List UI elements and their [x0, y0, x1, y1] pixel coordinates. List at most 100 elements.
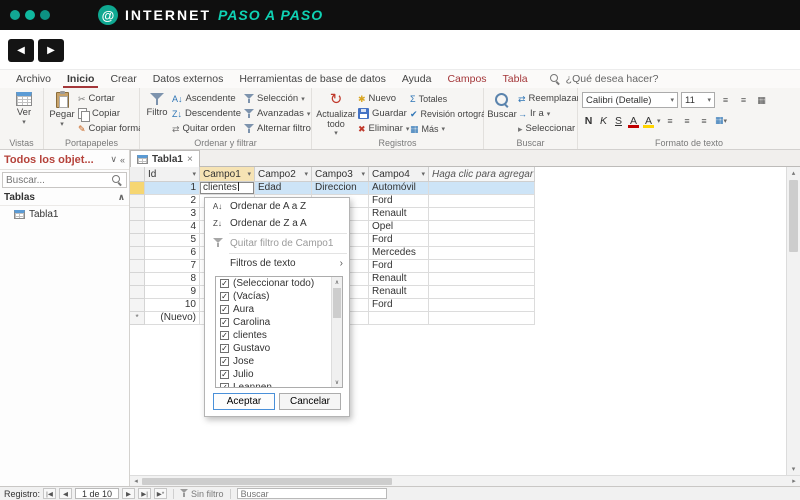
- list-scroll-up-icon[interactable]: ∧: [332, 277, 342, 287]
- cell-id[interactable]: 8: [145, 273, 200, 286]
- checkbox[interactable]: ✓: [220, 370, 229, 379]
- more-button[interactable]: ▦ Más ▾: [410, 122, 484, 135]
- cell-add-column[interactable]: [429, 273, 535, 286]
- filter-value-item[interactable]: ✓ Gustavo: [216, 342, 330, 355]
- filter-value-item[interactable]: ✓ clientes: [216, 329, 330, 342]
- record-selector[interactable]: [130, 299, 145, 312]
- record-selector[interactable]: [130, 273, 145, 286]
- sort-z-to-a-item[interactable]: Z↓ Ordenar de Z a A: [205, 215, 349, 232]
- column-dropdown-icon[interactable]: ▾: [247, 170, 251, 178]
- filter-value-item[interactable]: ✓ Leannen: [216, 381, 330, 387]
- font-color-button[interactable]: A: [627, 115, 640, 128]
- ribbon-tab[interactable]: Datos externos: [145, 70, 232, 88]
- scroll-left-arrow[interactable]: ◂: [130, 477, 142, 485]
- nav-pane-search[interactable]: [2, 172, 127, 188]
- nav-pane-search-input[interactable]: [6, 174, 109, 186]
- goto-button[interactable]: → Ir a ▾: [518, 107, 578, 120]
- checkbox[interactable]: ✓: [220, 279, 229, 288]
- ribbon-tab[interactable]: Crear: [102, 70, 144, 88]
- new-record-button[interactable]: ✱ Nuevo: [358, 92, 410, 105]
- underline-button[interactable]: S: [612, 115, 625, 127]
- forward-button[interactable]: ▶: [38, 39, 64, 62]
- filter-value-item[interactable]: ✓ Julio: [216, 368, 330, 381]
- cell-add-column[interactable]: [429, 195, 535, 208]
- cell-campo4[interactable]: Ford: [369, 234, 429, 247]
- last-record-button[interactable]: ▶|: [138, 488, 152, 499]
- cell-campo4[interactable]: Automóvil: [369, 182, 429, 195]
- cell-campo3[interactable]: Direccion: [312, 182, 369, 195]
- cancel-button[interactable]: Cancelar: [279, 393, 341, 410]
- cell-campo4[interactable]: Ford: [369, 299, 429, 312]
- navigation-pane-header[interactable]: Todos los objet... ∨ «: [0, 150, 129, 170]
- column-header[interactable]: Campo4 ▾: [369, 167, 429, 182]
- column-header[interactable]: Id ▾: [145, 167, 200, 182]
- replace-button[interactable]: ⇄ Reemplazar: [518, 92, 578, 105]
- cell-campo4[interactable]: Mercedes: [369, 247, 429, 260]
- column-header[interactable]: Campo2 ▾: [255, 167, 312, 182]
- paste-button[interactable]: Pegar ▾: [46, 88, 78, 138]
- column-dropdown-icon[interactable]: ▾: [192, 170, 196, 178]
- nav-pane-menu-icon[interactable]: ∨: [110, 154, 117, 165]
- bold-button[interactable]: N: [582, 115, 595, 127]
- bullets-button[interactable]: ≡: [718, 93, 733, 108]
- cell-add-column[interactable]: [429, 221, 535, 234]
- ribbon-tab[interactable]: Inicio: [59, 70, 102, 88]
- list-scroll-thumb[interactable]: [333, 288, 341, 318]
- sort-ascending-button[interactable]: A↓ Ascendente: [172, 92, 244, 105]
- cell-id[interactable]: 1: [145, 182, 200, 195]
- cell-add-column[interactable]: [429, 299, 535, 312]
- selection-filter-button[interactable]: Selección ▾: [244, 92, 312, 105]
- previous-record-button[interactable]: ◀: [59, 488, 73, 499]
- record-selector[interactable]: [130, 221, 145, 234]
- next-record-button[interactable]: ▶: [122, 488, 136, 499]
- new-blank-record-button[interactable]: ▶*: [154, 488, 168, 499]
- ribbon-tab[interactable]: Archivo: [8, 70, 59, 88]
- sort-a-to-z-item[interactable]: A↓ Ordenar de A a Z: [205, 198, 349, 215]
- record-selector[interactable]: [130, 195, 145, 208]
- align-right-button[interactable]: ≡: [697, 113, 712, 128]
- cell-add-column[interactable]: [429, 208, 535, 221]
- record-search-input[interactable]: [240, 488, 383, 499]
- record-position-box[interactable]: 1 de 10: [75, 488, 120, 499]
- scroll-down-arrow[interactable]: ▾: [787, 463, 800, 475]
- tab-close-icon[interactable]: ×: [187, 154, 193, 165]
- cell-id[interactable]: 10: [145, 299, 200, 312]
- window-dot-2[interactable]: [25, 10, 35, 20]
- cell-add-column[interactable]: [429, 286, 535, 299]
- ribbon-tab[interactable]: Tabla: [495, 70, 536, 88]
- record-selector[interactable]: [130, 286, 145, 299]
- cell-add-column[interactable]: [429, 247, 535, 260]
- save-record-button[interactable]: Guardar: [358, 107, 410, 120]
- spelling-button[interactable]: ✔Revisión ortográfica: [410, 107, 484, 120]
- checkbox[interactable]: ✓: [220, 292, 229, 301]
- select-all-corner[interactable]: [130, 167, 145, 182]
- cell-id[interactable]: 4: [145, 221, 200, 234]
- totals-button[interactable]: Σ Totales: [410, 92, 484, 105]
- checkbox[interactable]: ✓: [220, 383, 229, 387]
- cell-campo2[interactable]: Edad: [255, 182, 312, 195]
- window-dot-3[interactable]: [40, 10, 50, 20]
- italic-button[interactable]: K: [597, 115, 610, 127]
- checkbox[interactable]: ✓: [220, 344, 229, 353]
- record-selector[interactable]: [130, 182, 145, 195]
- cell-id[interactable]: 2: [145, 195, 200, 208]
- align-left-button[interactable]: ≡: [663, 113, 678, 128]
- accept-button[interactable]: Aceptar: [213, 393, 275, 410]
- align-center-button[interactable]: ≡: [680, 113, 695, 128]
- find-button[interactable]: Buscar: [486, 88, 518, 138]
- refresh-all-button[interactable]: ↻ Actualizar todo ▾: [314, 88, 358, 138]
- cell-add-column[interactable]: [429, 182, 535, 195]
- nav-group-collapse-icon[interactable]: ∧: [118, 192, 125, 203]
- view-button[interactable]: Ver ▾: [2, 88, 46, 138]
- horizontal-scroll-thumb[interactable]: [142, 477, 392, 485]
- cell-id[interactable]: 3: [145, 208, 200, 221]
- sort-descending-button[interactable]: Z↓ Descendente: [172, 107, 244, 120]
- filter-list-scrollbar[interactable]: ∧ ∨: [331, 277, 342, 387]
- cut-button[interactable]: ✂ Cortar: [78, 92, 140, 105]
- select-button[interactable]: ▸Seleccionar▾: [518, 122, 578, 135]
- filter-value-item[interactable]: ✓ Jose: [216, 355, 330, 368]
- ribbon-tab[interactable]: Herramientas de base de datos: [231, 70, 394, 88]
- record-selector[interactable]: [130, 208, 145, 221]
- cell-campo4[interactable]: Renault: [369, 286, 429, 299]
- numbering-button[interactable]: ≡: [736, 93, 751, 108]
